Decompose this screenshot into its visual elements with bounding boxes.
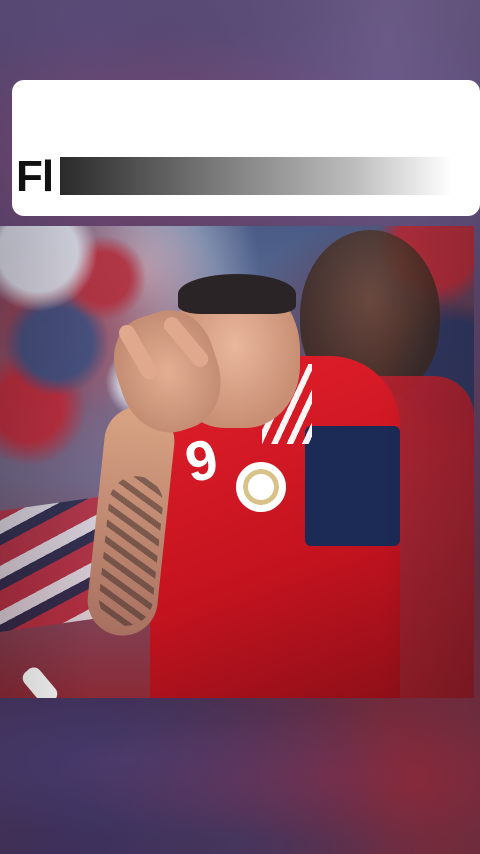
caption-title: Fl: [16, 152, 54, 201]
video-player[interactable]: 9: [0, 226, 474, 698]
video-vignette: [0, 226, 474, 698]
app-frame: Fl 9: [0, 0, 480, 854]
caption-redacted-bar: [60, 157, 452, 195]
caption-card: [12, 80, 480, 216]
blurred-background-bottom: [0, 698, 480, 854]
